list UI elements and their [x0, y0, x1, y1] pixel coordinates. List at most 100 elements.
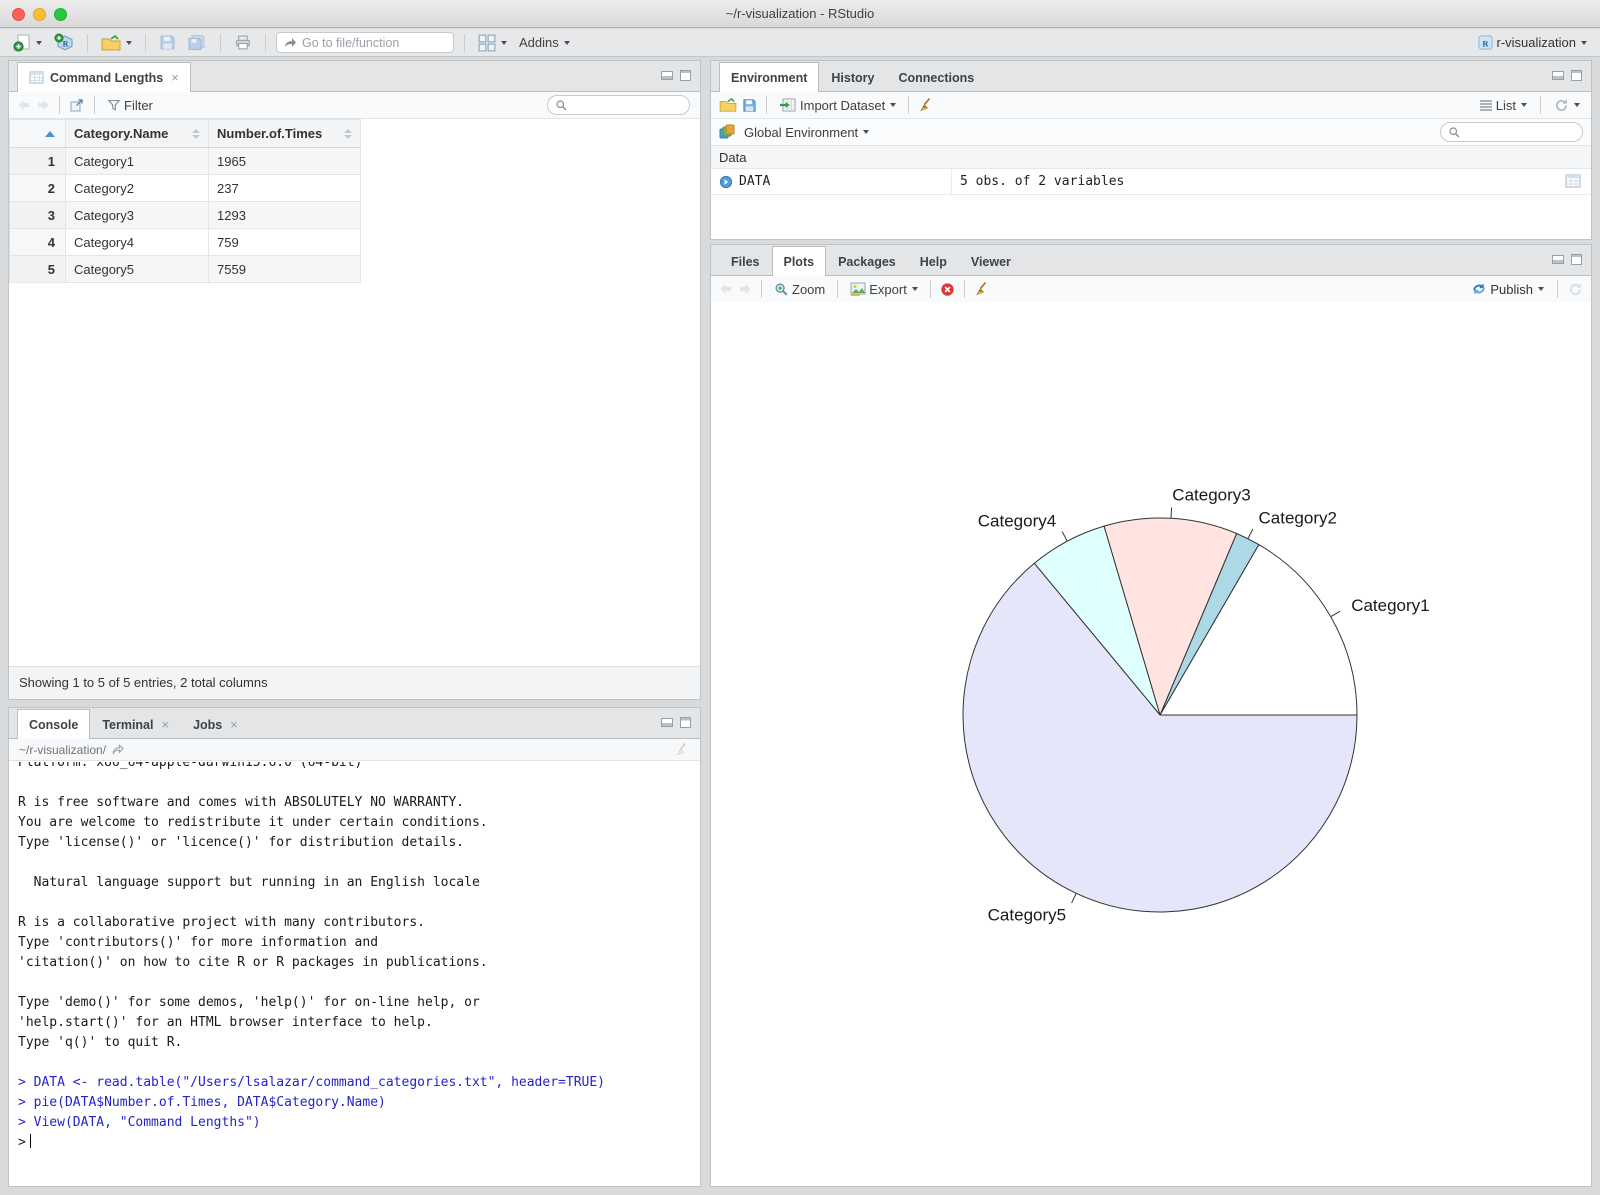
tab-connections[interactable]: Connections	[886, 62, 986, 92]
tab-packages[interactable]: Packages	[826, 246, 908, 276]
minimize-pane-icon[interactable]	[1552, 71, 1564, 80]
row-number-cell: 2	[9, 174, 66, 202]
toolbar-separator	[929, 280, 931, 298]
toolbar-separator	[464, 33, 465, 52]
goto-file-input[interactable]	[302, 35, 447, 50]
maximize-pane-icon[interactable]	[680, 717, 691, 728]
column-header-number-of-times[interactable]: Number.of.Times	[208, 119, 361, 148]
toolbar-separator	[761, 280, 762, 298]
table-row[interactable]: 5 Category5 7559	[9, 255, 361, 283]
tab-files[interactable]: Files	[719, 246, 772, 276]
table-search-box[interactable]	[547, 95, 690, 115]
environment-pane: Environment History Connections Import D…	[710, 60, 1592, 240]
plots-pane: Files Plots Packages Help Viewer Zoom Ex…	[710, 244, 1592, 1187]
clear-console-broom-icon[interactable]	[675, 742, 690, 757]
environment-scope-bar: Global Environment	[711, 119, 1591, 146]
table-row[interactable]: 3 Category3 1293	[9, 201, 361, 229]
environment-search-box[interactable]	[1440, 122, 1583, 142]
data-viewer-tabstrip: Command Lengths ×	[9, 61, 700, 92]
addins-button[interactable]: Addins	[516, 33, 573, 52]
publish-button[interactable]: Publish	[1468, 279, 1547, 299]
goto-directory-icon[interactable]	[111, 744, 125, 755]
table-search-input[interactable]	[572, 98, 682, 112]
zoom-plot-button[interactable]: Zoom	[771, 280, 828, 299]
working-directory-label: ~/r-visualization/	[19, 742, 107, 757]
zoom-magnifier-icon	[774, 282, 789, 297]
remove-plot-icon[interactable]	[940, 282, 955, 297]
tab-viewer[interactable]: Viewer	[959, 246, 1023, 276]
refresh-environment-button[interactable]	[1551, 96, 1583, 115]
clear-environment-broom-icon[interactable]	[918, 97, 934, 113]
table-row[interactable]: 1 Category1 1965	[9, 147, 361, 175]
close-icon[interactable]: ×	[230, 717, 238, 732]
minimize-pane-icon[interactable]	[661, 71, 673, 80]
data-table-icon	[29, 71, 44, 84]
save-button[interactable]	[156, 32, 179, 53]
environment-search-input[interactable]	[1465, 125, 1575, 139]
expand-object-icon[interactable]	[719, 175, 733, 189]
tab-terminal[interactable]: Terminal ×	[90, 709, 181, 739]
pie-label-tick	[1170, 507, 1173, 519]
list-view-button[interactable]: List	[1476, 96, 1530, 115]
forward-icon[interactable]	[36, 99, 50, 111]
maximize-pane-icon[interactable]	[1571, 254, 1582, 265]
console-line: > View(DATA, "Command Lengths")	[18, 1115, 261, 1130]
tab-environment[interactable]: Environment	[719, 62, 820, 92]
publish-icon	[1471, 281, 1487, 297]
import-dataset-caret-icon	[890, 103, 897, 107]
print-button[interactable]	[231, 32, 255, 53]
import-dataset-button[interactable]: Import Dataset	[776, 95, 899, 115]
toolbar-separator	[963, 280, 965, 298]
tab-history[interactable]: History	[819, 62, 886, 92]
save-workspace-icon[interactable]	[742, 98, 757, 113]
new-file-button[interactable]	[10, 32, 45, 54]
tab-command-lengths[interactable]: Command Lengths ×	[17, 62, 191, 92]
row-number-header[interactable]	[9, 119, 66, 148]
environment-scope-selector[interactable]: Global Environment	[741, 123, 872, 142]
goto-file-search[interactable]	[276, 32, 454, 53]
previous-plot-icon[interactable]	[719, 283, 733, 295]
console-path-bar: ~/r-visualization/	[9, 739, 700, 761]
filter-button[interactable]: Filter	[104, 96, 156, 115]
filter-funnel-icon	[107, 98, 121, 112]
view-table-icon[interactable]	[1565, 174, 1581, 188]
clear-all-plots-broom-icon[interactable]	[974, 281, 990, 297]
project-selector[interactable]: R r-visualization	[1474, 32, 1590, 53]
tab-plots[interactable]: Plots	[771, 246, 827, 276]
console-prompt-line[interactable]: >	[18, 1133, 700, 1153]
data-viewer-pane: Command Lengths × Filter Category.Name N…	[8, 60, 701, 700]
maximize-pane-icon[interactable]	[1571, 70, 1582, 81]
export-plot-button[interactable]: Export	[847, 280, 921, 299]
pane-layout-button[interactable]	[475, 32, 510, 54]
import-dataset-icon	[779, 97, 797, 113]
save-all-button[interactable]	[185, 32, 210, 53]
popout-window-icon[interactable]	[69, 97, 85, 113]
close-icon[interactable]: ×	[171, 70, 179, 85]
tab-help[interactable]: Help	[908, 246, 959, 276]
console-output[interactable]: Platform: x86_64-apple-darwin15.6.0 (64-…	[9, 762, 700, 1186]
new-project-button[interactable]: R	[51, 31, 77, 54]
table-row[interactable]: 4 Category4 759	[9, 228, 361, 256]
open-file-button[interactable]	[98, 33, 135, 53]
table-status-text: Showing 1 to 5 of 5 entries, 2 total col…	[9, 666, 700, 699]
minimize-pane-icon[interactable]	[661, 718, 673, 727]
tab-jobs[interactable]: Jobs ×	[181, 709, 250, 739]
close-icon[interactable]: ×	[161, 717, 169, 732]
pie-label-tick	[1330, 610, 1341, 618]
minimize-pane-icon[interactable]	[1552, 255, 1564, 264]
maximize-pane-icon[interactable]	[680, 70, 691, 81]
row-number-cell: 3	[9, 201, 66, 229]
environment-section-header: Data	[711, 146, 1591, 169]
refresh-plot-icon[interactable]	[1568, 282, 1583, 297]
back-icon[interactable]	[17, 99, 31, 111]
load-workspace-folder-icon[interactable]	[719, 98, 737, 112]
next-plot-icon[interactable]	[738, 283, 752, 295]
column-header-category-name[interactable]: Category.Name	[65, 119, 209, 148]
tab-console[interactable]: Console	[17, 709, 91, 739]
tab-label: Packages	[838, 254, 896, 269]
console-line: Type 'demo()' for some demos, 'help()' f…	[18, 995, 480, 1010]
table-cell: 1293	[208, 201, 361, 229]
table-row[interactable]: 2 Category2 237	[9, 174, 361, 202]
toolbar-separator	[1557, 280, 1558, 298]
environment-object-row[interactable]: DATA 5 obs. of 2 variables	[711, 169, 1591, 195]
